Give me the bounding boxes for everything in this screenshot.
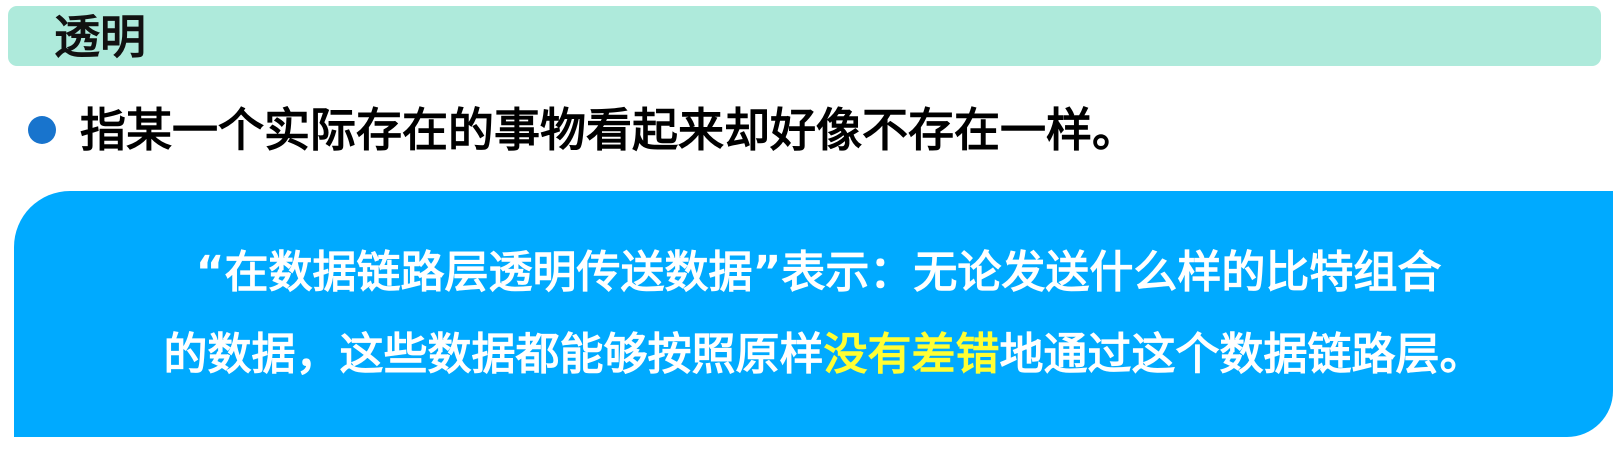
bullet-item: 指某一个实际存在的事物看起来却好像不存在一样。 (28, 98, 1138, 162)
explanation-line-2: 的数据，这些数据都能够按照原样没有差错地通过这个数据链路层。 (14, 327, 1613, 383)
explanation-line-1: “在数据链路层透明传送数据”表示：无论发送什么样的比特组合 (195, 247, 1442, 298)
explanation-line-2-end: 地通过这个数据链路层。 (999, 329, 1484, 380)
explanation-line-2-start: 的数据，这些数据都能够按照原样 (163, 329, 824, 380)
highlight-text: 没有差错 (823, 329, 1000, 380)
explanation-box: “在数据链路层透明传送数据”表示：无论发送什么样的比特组合 的数据，这些数据都能… (14, 191, 1613, 437)
bullet-text: 指某一个实际存在的事物看起来却好像不存在一样。 (80, 103, 1138, 157)
title-bar: 透明 (8, 6, 1601, 66)
bullet-dot-icon (28, 116, 56, 144)
page-title: 透明 (54, 10, 146, 64)
